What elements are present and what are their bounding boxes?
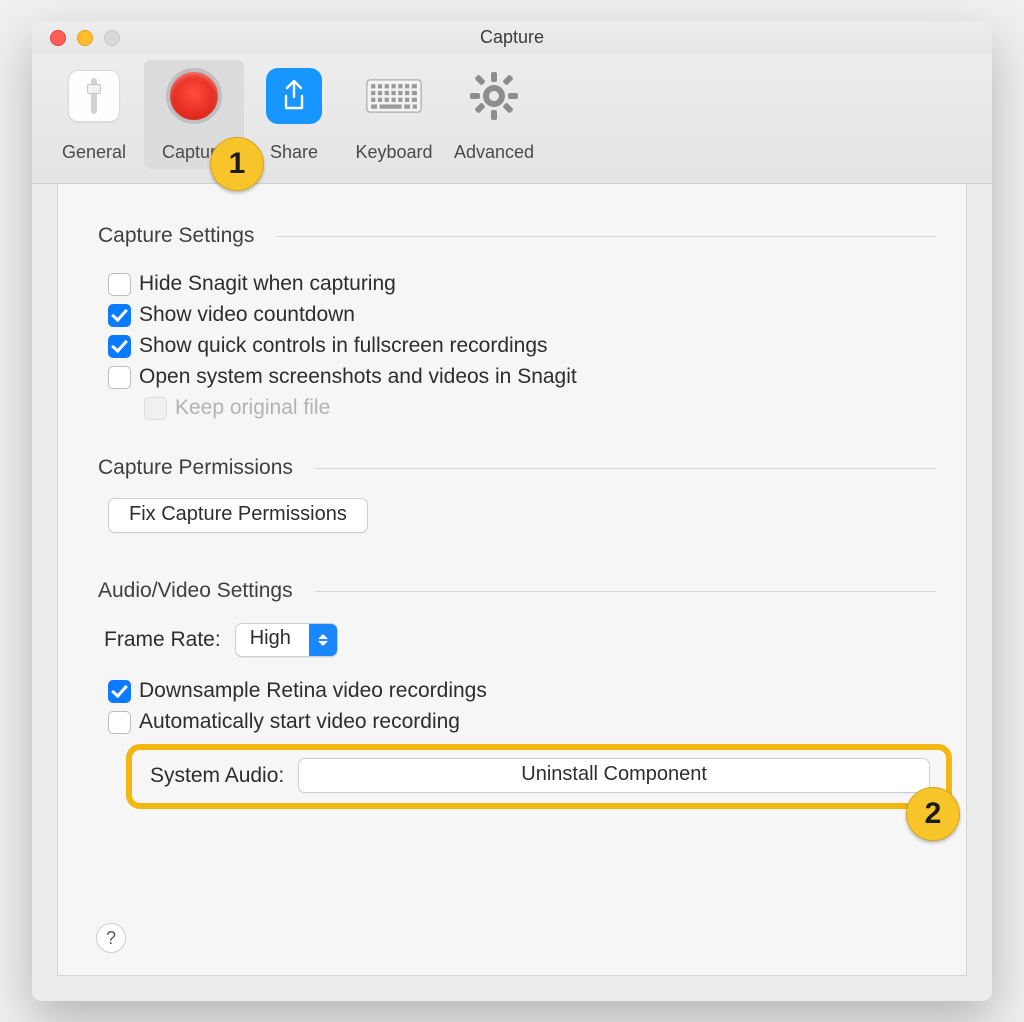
- capture-settings-options: Hide Snagit when capturing Show video co…: [108, 272, 944, 420]
- option-keep-original-label: Keep original file: [175, 396, 330, 420]
- option-show-quick-controls[interactable]: Show quick controls in fullscreen record…: [108, 334, 944, 358]
- section-capture-permissions: Capture Permissions: [98, 456, 944, 480]
- tab-general[interactable]: General: [44, 60, 144, 169]
- system-audio-highlight: System Audio: Uninstall Component 2: [126, 744, 952, 809]
- checkbox-downsample-retina[interactable]: [108, 680, 131, 703]
- callout-badge-2: 2: [906, 787, 960, 841]
- option-auto-start-recording[interactable]: Automatically start video recording: [108, 710, 944, 734]
- preferences-toolbar: General Capture 1 Share: [32, 54, 992, 184]
- option-downsample-retina-label: Downsample Retina video recordings: [139, 679, 487, 703]
- section-capture-settings: Capture Settings: [98, 224, 944, 248]
- checkbox-keep-original: [144, 397, 167, 420]
- help-icon: ?: [106, 928, 116, 949]
- keyboard-icon: [366, 68, 422, 124]
- divider: [315, 468, 936, 469]
- system-audio-label: System Audio:: [150, 764, 284, 788]
- frame-rate-value: High: [236, 624, 309, 656]
- checkbox-show-quick-controls[interactable]: [108, 335, 131, 358]
- option-keep-original: Keep original file: [144, 396, 944, 420]
- option-show-countdown-label: Show video countdown: [139, 303, 355, 327]
- fix-capture-permissions-button[interactable]: Fix Capture Permissions: [108, 498, 368, 533]
- frame-rate-label: Frame Rate:: [104, 628, 221, 652]
- share-icon: [266, 68, 322, 124]
- gear-icon: [466, 68, 522, 124]
- tab-capture[interactable]: Capture 1: [144, 60, 244, 169]
- chevron-updown-icon: [309, 624, 337, 656]
- tab-advanced[interactable]: Advanced: [444, 60, 544, 169]
- capture-settings-panel: Capture Settings Hide Snagit when captur…: [57, 184, 967, 976]
- section-av-settings: Audio/Video Settings: [98, 579, 944, 603]
- window-title: Capture: [32, 27, 992, 48]
- option-hide-snagit-label: Hide Snagit when capturing: [139, 272, 396, 296]
- record-icon: [166, 68, 222, 124]
- divider: [315, 591, 936, 592]
- frame-rate-select[interactable]: High: [235, 623, 338, 657]
- section-capture-settings-label: Capture Settings: [98, 224, 254, 248]
- option-hide-snagit[interactable]: Hide Snagit when capturing: [108, 272, 944, 296]
- option-downsample-retina[interactable]: Downsample Retina video recordings: [108, 679, 944, 703]
- option-open-system-screens-label: Open system screenshots and videos in Sn…: [139, 365, 577, 389]
- tab-advanced-label: Advanced: [454, 142, 534, 163]
- divider: [276, 236, 936, 237]
- option-auto-start-recording-label: Automatically start video recording: [139, 710, 460, 734]
- callout-badge-1-text: 1: [229, 147, 246, 181]
- checkbox-auto-start-recording[interactable]: [108, 711, 131, 734]
- section-capture-permissions-label: Capture Permissions: [98, 456, 293, 480]
- uninstall-component-button[interactable]: Uninstall Component: [298, 758, 930, 793]
- help-button[interactable]: ?: [96, 923, 126, 953]
- callout-badge-2-text: 2: [925, 797, 942, 831]
- callout-badge-1: 1: [210, 137, 264, 191]
- checkbox-show-countdown[interactable]: [108, 304, 131, 327]
- tab-general-label: General: [62, 142, 126, 163]
- preferences-window: Capture General Capture 1: [32, 21, 992, 1001]
- option-show-countdown[interactable]: Show video countdown: [108, 303, 944, 327]
- tab-share-label: Share: [270, 142, 318, 163]
- preferences-content: Capture Settings Hide Snagit when captur…: [32, 184, 992, 1001]
- preferences-slider-icon: [68, 70, 120, 122]
- checkbox-open-system-screens[interactable]: [108, 366, 131, 389]
- option-show-quick-controls-label: Show quick controls in fullscreen record…: [139, 334, 548, 358]
- section-av-settings-label: Audio/Video Settings: [98, 579, 293, 603]
- titlebar: Capture: [32, 21, 992, 54]
- checkbox-hide-snagit[interactable]: [108, 273, 131, 296]
- tab-keyboard-label: Keyboard: [355, 142, 432, 163]
- option-open-system-screens[interactable]: Open system screenshots and videos in Sn…: [108, 365, 944, 389]
- tab-keyboard[interactable]: Keyboard: [344, 60, 444, 169]
